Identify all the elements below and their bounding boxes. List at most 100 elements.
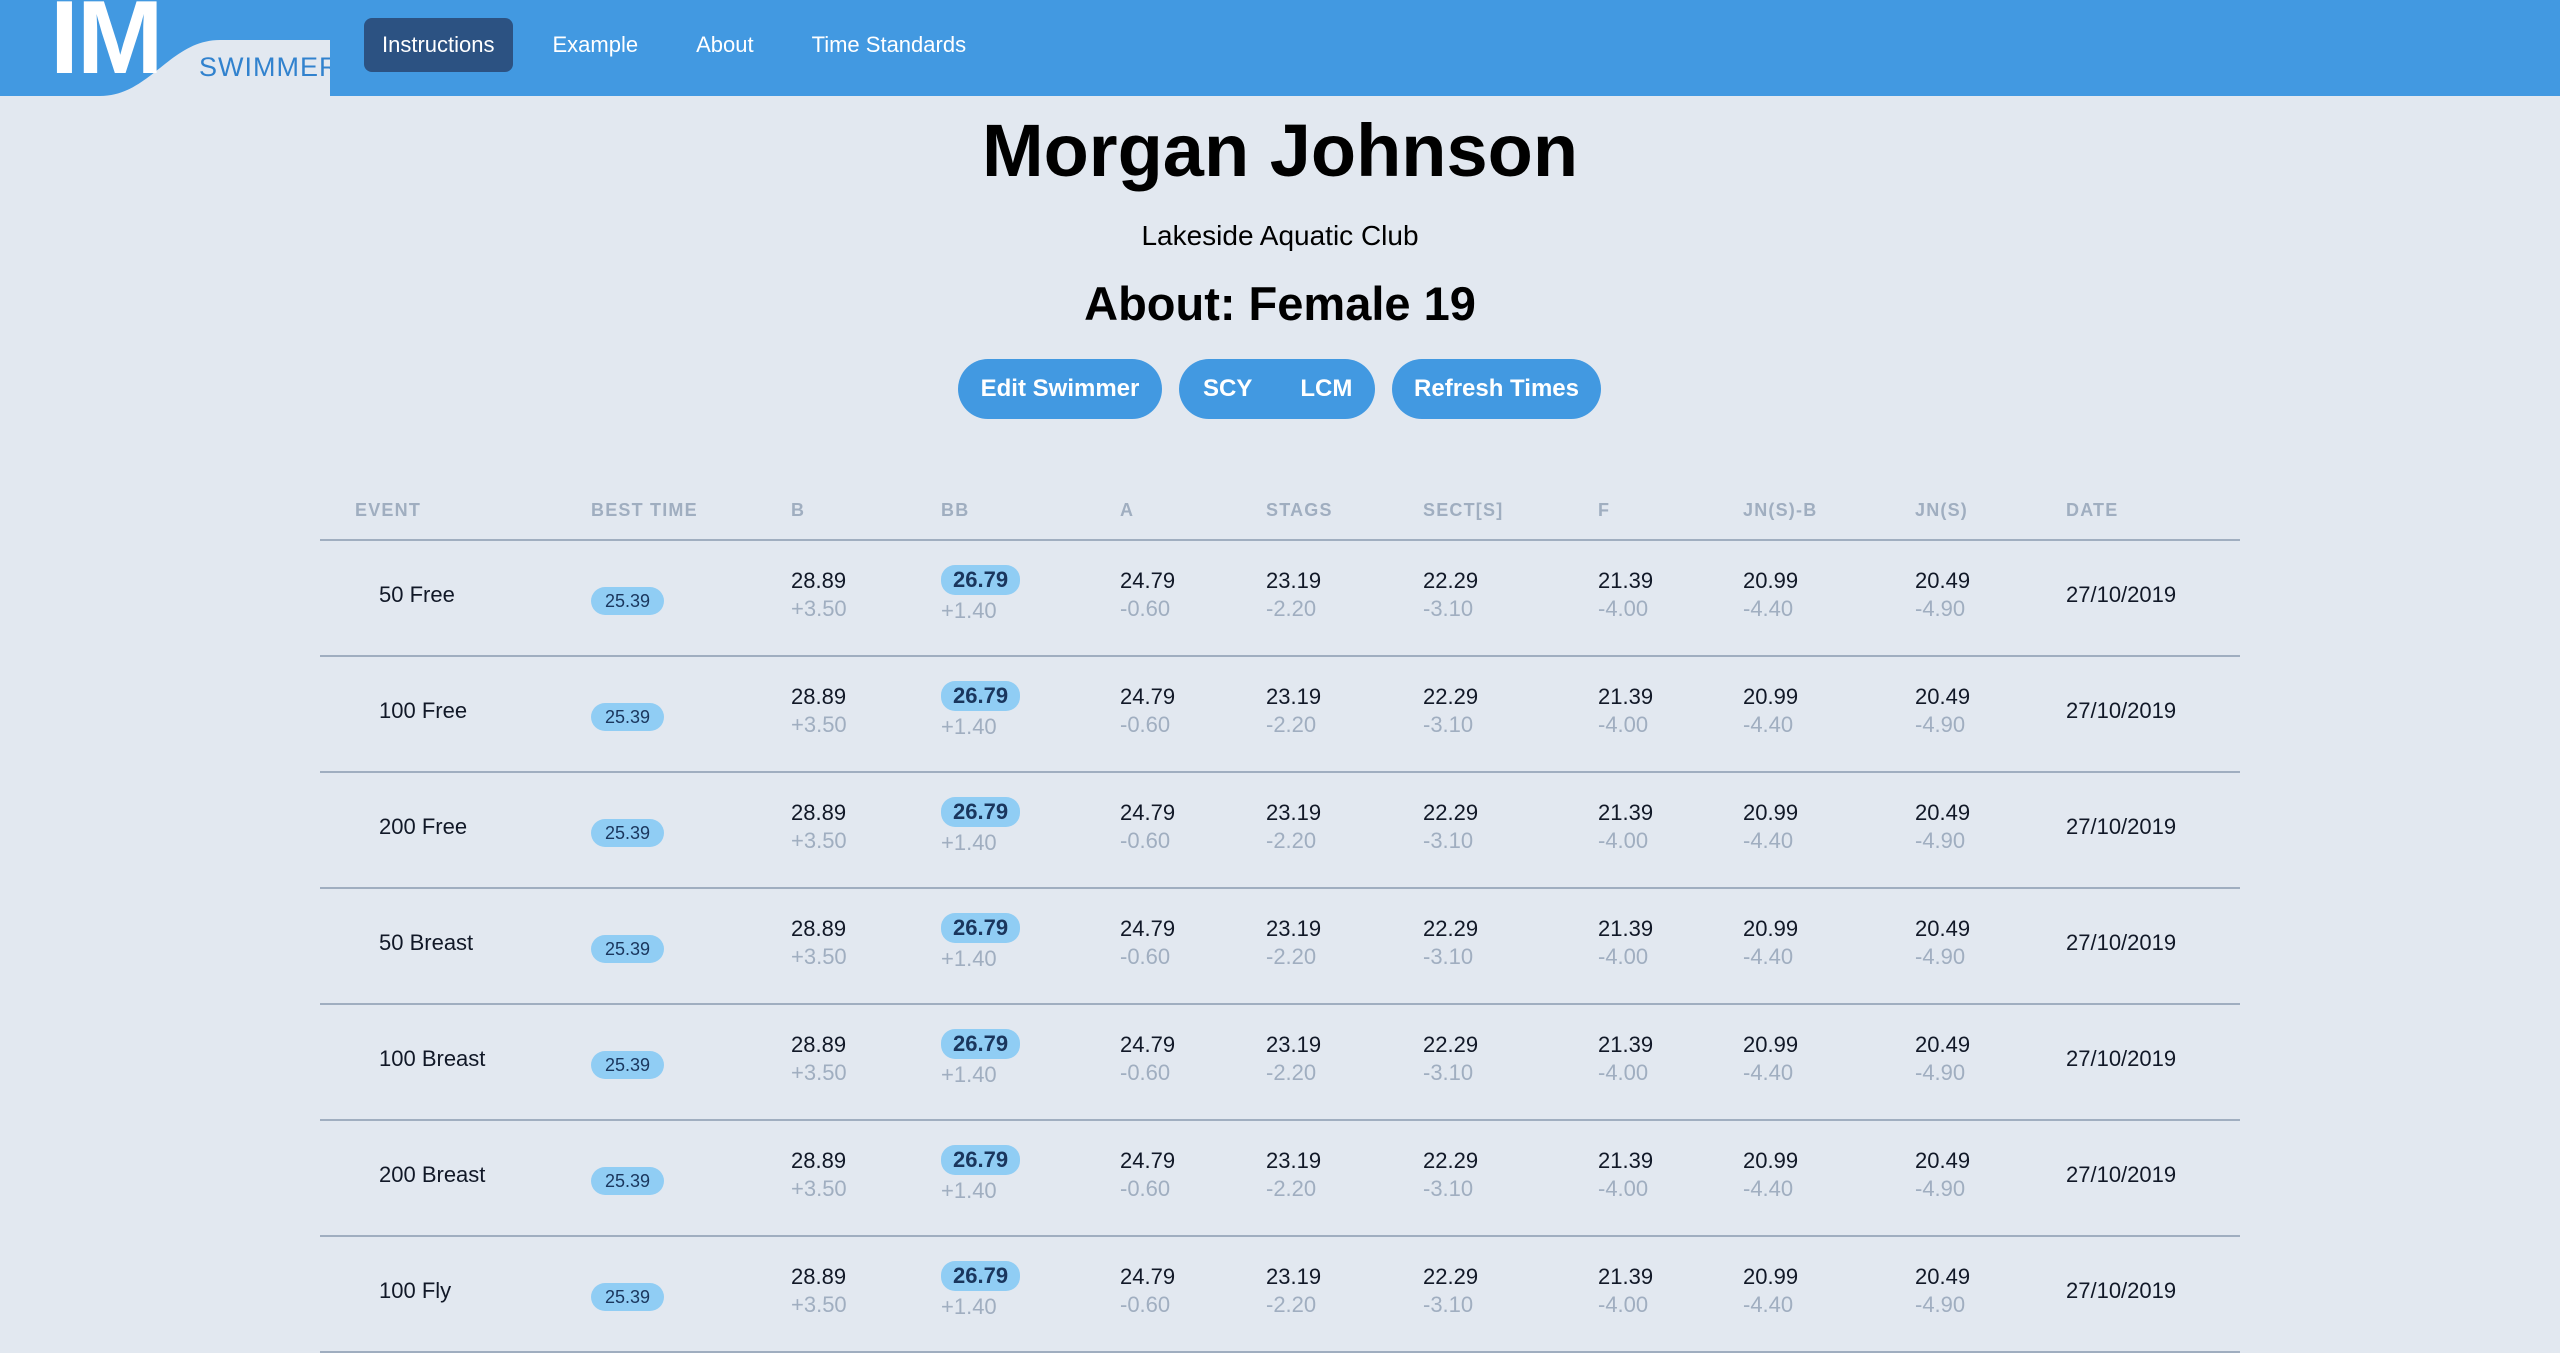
standard-time: 23.19: [1266, 800, 1322, 825]
column-header[interactable]: STAGS: [1266, 500, 1333, 521]
standard-diff: -3.10: [1423, 1292, 1474, 1317]
standard-time: 20.99: [1743, 568, 1799, 593]
standard-diff: +1.40: [941, 1062, 997, 1087]
standard-diff: -4.00: [1598, 712, 1649, 737]
standard-diff: -0.60: [1120, 944, 1171, 969]
column-header[interactable]: SECT[S]: [1423, 500, 1503, 521]
standard-time: 28.89: [791, 1032, 847, 1057]
standard-time: 22.29: [1423, 684, 1479, 709]
standard-diff: -4.90: [1915, 1292, 1966, 1317]
standard-diff: +1.40: [941, 598, 997, 623]
column-header[interactable]: A: [1120, 500, 1134, 521]
standard-time: 23.19: [1266, 1032, 1322, 1057]
standard-time: 20.99: [1743, 1148, 1799, 1173]
standard-cell: 20.49 -4.90: [1915, 1147, 1970, 1203]
standard-time-highlight: 26.79: [941, 1029, 1021, 1059]
standard-time: 20.99: [1743, 1264, 1799, 1289]
standard-time-highlight: 26.79: [941, 913, 1021, 943]
standard-time: 20.49: [1915, 1032, 1971, 1057]
standard-cell: 26.79 +1.40: [941, 1029, 1021, 1089]
standard-cell: 23.19 -2.20: [1266, 1263, 1321, 1319]
best-time-badge: 25.39: [591, 1167, 664, 1195]
table-row[interactable]: 50 Free 25.39 28.89 +3.50 26.79 +1.40 24.79 -0.…: [320, 541, 2240, 657]
standard-time: 20.99: [1743, 800, 1799, 825]
standard-diff: -2.20: [1266, 712, 1317, 737]
standard-cell: 20.99 -4.40: [1743, 567, 1798, 623]
lcm-button[interactable]: LCM: [1276, 359, 1376, 419]
standard-cell: 20.99 -4.40: [1743, 1031, 1798, 1087]
standard-diff: +3.50: [791, 1060, 847, 1085]
standard-time: 28.89: [791, 568, 847, 593]
standard-diff: -4.00: [1598, 1060, 1649, 1085]
table-row[interactable]: 100 Fly 25.39 28.89 +3.50 26.79 +1.40 24.79 -0.…: [320, 1237, 2240, 1353]
standard-cell: 23.19 -2.20: [1266, 567, 1321, 623]
standard-diff: +3.50: [791, 828, 847, 853]
nav-item-about[interactable]: About: [678, 18, 772, 72]
standard-cell: 20.49 -4.90: [1915, 567, 1970, 623]
main-nav: Instructions Example About Time Standards: [364, 18, 1006, 72]
column-header[interactable]: EVENT: [355, 500, 421, 521]
standard-cell: 24.79 -0.60: [1120, 683, 1175, 739]
standard-cell: 28.89 +3.50: [791, 915, 847, 971]
nav-item-example[interactable]: Example: [535, 18, 657, 72]
standard-diff: -4.00: [1598, 1176, 1649, 1201]
table-row[interactable]: 100 Breast 25.39 28.89 +3.50 26.79 +1.40 24.79…: [320, 1005, 2240, 1121]
standard-cell: 21.39 -4.00: [1598, 567, 1653, 623]
standard-time-highlight: 26.79: [941, 797, 1021, 827]
edit-swimmer-button[interactable]: Edit Swimmer: [958, 359, 1162, 419]
standard-diff: -4.90: [1915, 944, 1966, 969]
table-row[interactable]: 100 Free 25.39 28.89 +3.50 26.79 +1.40 24.79 -0…: [320, 657, 2240, 773]
standard-cell: 24.79 -0.60: [1120, 799, 1175, 855]
standard-diff: -4.40: [1743, 1060, 1794, 1085]
standard-diff: -4.00: [1598, 596, 1649, 621]
table-row[interactable]: 50 Breast 25.39 28.89 +3.50 26.79 +1.40 24.79 -…: [320, 889, 2240, 1005]
column-header[interactable]: DATE: [2066, 500, 2118, 521]
standard-cell: 28.89 +3.50: [791, 1263, 847, 1319]
standard-cell: 20.49 -4.90: [1915, 915, 1970, 971]
standard-diff: -3.10: [1423, 944, 1474, 969]
standard-diff: -4.90: [1915, 828, 1966, 853]
standard-cell: 20.49 -4.90: [1915, 1031, 1970, 1087]
refresh-times-button[interactable]: Refresh Times: [1392, 359, 1601, 419]
standard-diff: +3.50: [791, 1292, 847, 1317]
standard-cell: 20.99 -4.40: [1743, 683, 1798, 739]
table-body: 50 Free 25.39 28.89 +3.50 26.79 +1.40 24.79 -0.…: [320, 541, 2240, 1353]
column-header[interactable]: F: [1598, 500, 1610, 521]
standard-time: 21.39: [1598, 1148, 1654, 1173]
column-header[interactable]: B: [791, 500, 805, 521]
event-name: 100 Breast: [379, 1046, 486, 1071]
standard-diff: -4.90: [1915, 1176, 1966, 1201]
standard-cell: 22.29 -3.10: [1423, 567, 1478, 623]
swim-date: 27/10/2019: [2066, 930, 2177, 955]
standard-time: 24.79: [1120, 1264, 1176, 1289]
column-header[interactable]: BB: [941, 500, 969, 521]
standard-cell: 21.39 -4.00: [1598, 1263, 1653, 1319]
standard-diff: -4.90: [1915, 1060, 1966, 1085]
column-header[interactable]: JN(S)-B: [1743, 500, 1817, 521]
table-row[interactable]: 200 Free 25.39 28.89 +3.50 26.79 +1.40 24.79 -0…: [320, 773, 2240, 889]
standard-cell: 21.39 -4.00: [1598, 799, 1653, 855]
standard-diff: +1.40: [941, 946, 997, 971]
column-header[interactable]: BEST TIME: [591, 500, 698, 521]
standard-diff: -2.20: [1266, 944, 1317, 969]
standard-time: 20.49: [1915, 684, 1971, 709]
standard-diff: +3.50: [791, 712, 847, 737]
scy-button[interactable]: SCY: [1179, 359, 1276, 419]
table-row[interactable]: 200 Breast 25.39 28.89 +3.50 26.79 +1.40 24.79…: [320, 1121, 2240, 1237]
column-header[interactable]: JN(S): [1915, 500, 1968, 521]
nav-item-time-standards[interactable]: Time Standards: [794, 18, 984, 72]
standard-time: 21.39: [1598, 684, 1654, 709]
standard-cell: 28.89 +3.50: [791, 799, 847, 855]
standard-time: 24.79: [1120, 568, 1176, 593]
standard-diff: -0.60: [1120, 828, 1171, 853]
standard-cell: 26.79 +1.40: [941, 565, 1021, 625]
swim-date: 27/10/2019: [2066, 1162, 2177, 1187]
standard-time: 22.29: [1423, 1032, 1479, 1057]
swimmer-about: About: Female 19: [1084, 277, 1476, 330]
im-swimmer-logo[interactable]: IM SWIMMER: [0, 0, 330, 96]
standard-cell: 20.99 -4.40: [1743, 915, 1798, 971]
standard-time: 21.39: [1598, 916, 1654, 941]
standard-cell: 24.79 -0.60: [1120, 1263, 1175, 1319]
nav-item-instructions[interactable]: Instructions: [364, 18, 513, 72]
standard-diff: -3.10: [1423, 596, 1474, 621]
